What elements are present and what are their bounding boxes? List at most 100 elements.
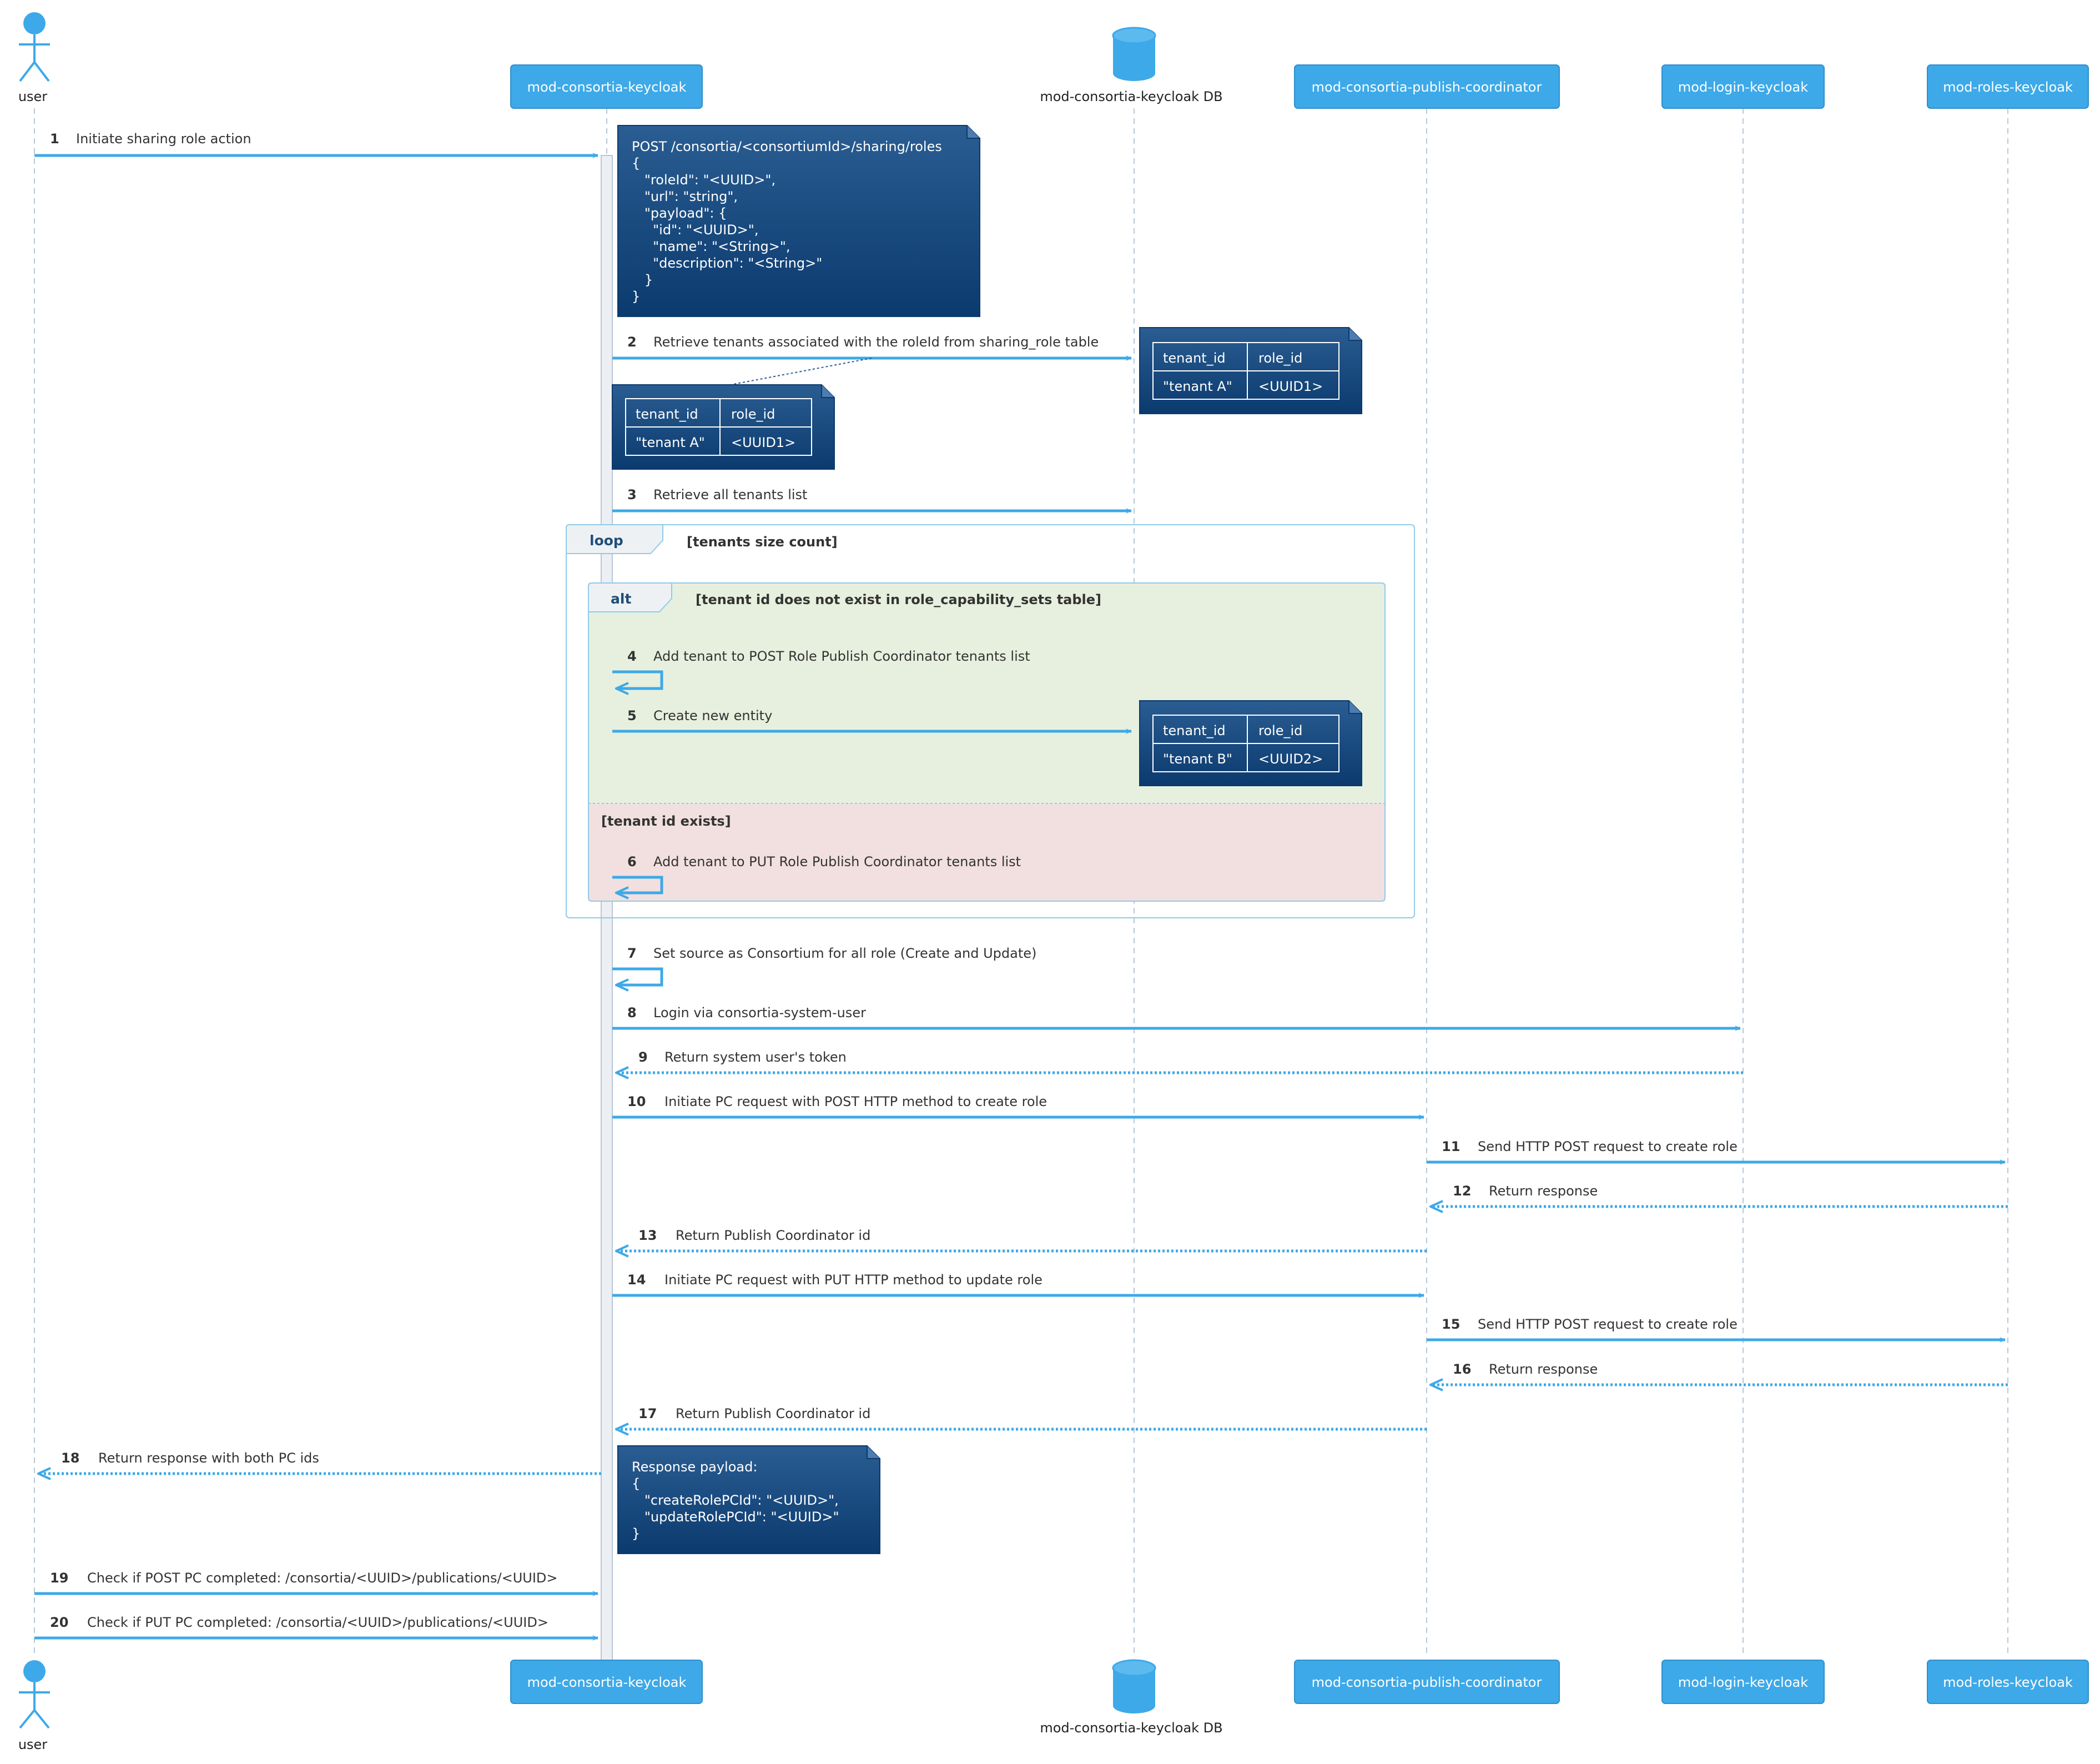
message-11-number: 11 <box>1442 1139 1460 1154</box>
message-2-number: 2 <box>627 334 637 350</box>
request-note-line: "description": "<String>" <box>632 255 822 271</box>
participant-db-top[interactable]: mod-consortia-keycloak DB <box>1040 27 1223 104</box>
message-14-label: Initiate PC request with PUT HTTP method… <box>664 1272 1043 1288</box>
message-1-label: Initiate sharing role action <box>76 131 251 147</box>
table-cell: <UUID1> <box>731 435 795 450</box>
participant-login-bottom[interactable]: mod-login-keycloak <box>1661 1660 1825 1704</box>
message-12-label: Return response <box>1489 1183 1598 1199</box>
message-8-number: 8 <box>627 1005 637 1021</box>
participant-user-label: user <box>18 89 47 104</box>
message-5-number: 5 <box>627 708 637 723</box>
participant-keycloak-bottom[interactable]: mod-consortia-keycloak <box>510 1660 703 1704</box>
participant-publish-label: mod-consortia-publish-coordinator <box>1312 79 1542 95</box>
loop-keyword: loop <box>590 532 623 549</box>
participant-roles-bottom[interactable]: mod-roles-keycloak <box>1927 1660 2089 1704</box>
participant-roles-label: mod-roles-keycloak <box>1943 1675 2073 1690</box>
table-header-role-id: role_id <box>1258 350 1302 366</box>
request-note: POST /consortia/<consortiumId>/sharing/r… <box>617 125 980 317</box>
message-4-number: 4 <box>627 649 637 664</box>
participant-roles-top[interactable]: mod-roles-keycloak <box>1927 64 2089 109</box>
message-9-number: 9 <box>638 1049 648 1065</box>
participant-login-top[interactable]: mod-login-keycloak <box>1661 64 1825 109</box>
participant-login-label: mod-login-keycloak <box>1678 1675 1808 1690</box>
message-7-label: Set source as Consortium for all role (C… <box>653 946 1036 961</box>
participant-login-label: mod-login-keycloak <box>1678 79 1808 95</box>
loop-guard: [tenants size count] <box>687 534 838 550</box>
table-header-tenant-id: tenant_id <box>636 406 698 422</box>
request-note-line: "url": "string", <box>632 189 738 204</box>
participant-publish-label: mod-consortia-publish-coordinator <box>1312 1675 1542 1690</box>
response-note-line: { <box>632 1476 640 1491</box>
request-note-line: { <box>632 155 640 171</box>
response-note-line: Response payload: <box>632 1459 757 1475</box>
activation-bar <box>601 155 613 1661</box>
table-cell: "tenant B" <box>1163 751 1232 767</box>
request-note-line: "id": "<UUID>", <box>632 222 758 238</box>
message-19-number: 19 <box>50 1570 68 1586</box>
participant-keycloak-label: mod-consortia-keycloak <box>527 79 687 95</box>
message-20-label: Check if PUT PC completed: /consortia/<U… <box>87 1615 548 1630</box>
table-cell: <UUID1> <box>1258 379 1323 394</box>
table-header-role-id: role_id <box>731 406 775 422</box>
message-9-label: Return system user's token <box>664 1049 847 1065</box>
table-cell: "tenant A" <box>1163 379 1232 394</box>
table-cell: "tenant A" <box>636 435 705 450</box>
request-note-line: POST /consortia/<consortiumId>/sharing/r… <box>632 139 942 154</box>
sequence-diagram: user mod-consortia-keycloak mod-consorti… <box>18 12 2089 1752</box>
message-3-label: Retrieve all tenants list <box>653 487 807 502</box>
participant-user-label: user <box>18 1737 47 1752</box>
message-1-number: 1 <box>50 131 59 147</box>
message-2-label: Retrieve tenants associated with the rol… <box>653 334 1099 350</box>
participant-db-label: mod-consortia-keycloak DB <box>1040 1720 1222 1736</box>
alt-guard: [tenant id does not exist in role_capabi… <box>696 592 1101 607</box>
message-8-label: Login via consortia-system-user <box>653 1005 866 1021</box>
message-6-number: 6 <box>627 854 637 870</box>
table-header-tenant-id: tenant_id <box>1163 350 1226 366</box>
note-connector <box>724 358 872 386</box>
response-note-line: } <box>632 1526 640 1541</box>
message-10-number: 10 <box>627 1094 646 1109</box>
user-actor-icon <box>23 1660 46 1682</box>
message-14-number: 14 <box>627 1272 646 1288</box>
message-16-number: 16 <box>1453 1361 1471 1377</box>
alt-keyword: alt <box>611 591 631 607</box>
message-7-arrow <box>612 967 663 985</box>
participant-db-label: mod-consortia-keycloak DB <box>1040 89 1222 104</box>
participant-user-top[interactable]: user <box>18 12 50 104</box>
request-note-line: } <box>632 289 640 304</box>
participant-publish-top[interactable]: mod-consortia-publish-coordinator <box>1294 64 1560 109</box>
table-header-role-id: role_id <box>1258 723 1302 738</box>
message-3-number: 3 <box>627 487 637 502</box>
participant-publish-bottom[interactable]: mod-consortia-publish-coordinator <box>1294 1660 1560 1704</box>
request-note-line: "roleId": "<UUID>", <box>632 172 775 188</box>
message-5-label: Create new entity <box>653 708 772 723</box>
participant-keycloak-label: mod-consortia-keycloak <box>527 1675 687 1690</box>
response-note-line: "createRolePCId": "<UUID>", <box>632 1492 839 1508</box>
message-17-label: Return Publish Coordinator id <box>676 1406 870 1421</box>
side-table-note: tenant_id role_id "tenant A" <UUID1> <box>612 384 835 470</box>
message-16-label: Return response <box>1489 1361 1598 1377</box>
message-17-number: 17 <box>638 1406 657 1421</box>
else-guard: [tenant id exists] <box>601 813 731 829</box>
db-table-note-2: tenant_id role_id "tenant B" <UUID2> <box>1139 700 1362 786</box>
message-13-number: 13 <box>638 1228 657 1243</box>
request-note-line: "name": "<String>", <box>632 239 790 254</box>
message-7-number: 7 <box>627 946 637 961</box>
message-11-label: Send HTTP POST request to create role <box>1478 1139 1738 1154</box>
user-actor-icon <box>23 12 46 34</box>
participant-db-bottom[interactable]: mod-consortia-keycloak DB <box>1040 1659 1223 1736</box>
message-19-label: Check if POST PC completed: /consortia/<… <box>87 1570 558 1586</box>
table-header-tenant-id: tenant_id <box>1163 723 1226 738</box>
table-cell: <UUID2> <box>1258 751 1323 767</box>
message-12-number: 12 <box>1453 1183 1471 1199</box>
message-10-label: Initiate PC request with POST HTTP metho… <box>664 1094 1047 1109</box>
participant-user-bottom[interactable]: user <box>18 1660 50 1752</box>
request-note-line: } <box>632 272 653 288</box>
message-6-label: Add tenant to PUT Role Publish Coordinat… <box>653 854 1021 870</box>
message-20-number: 20 <box>50 1615 68 1630</box>
participant-keycloak-top[interactable]: mod-consortia-keycloak <box>510 64 703 109</box>
participant-roles-label: mod-roles-keycloak <box>1943 79 2073 95</box>
message-15-number: 15 <box>1442 1316 1460 1332</box>
message-15-label: Send HTTP POST request to create role <box>1478 1316 1738 1332</box>
message-18-label: Return response with both PC ids <box>98 1450 319 1466</box>
